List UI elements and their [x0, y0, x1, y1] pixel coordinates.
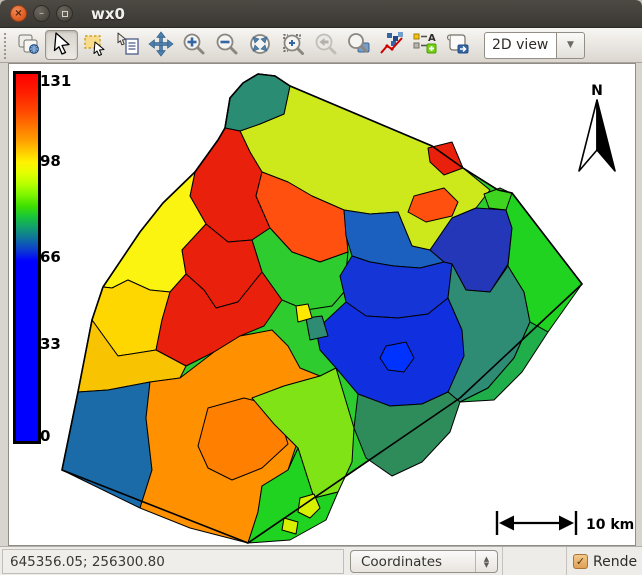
zoom-full-extent-tool-button[interactable] — [243, 30, 276, 60]
labels-tool-button[interactable]: A — [408, 30, 441, 60]
close-button[interactable]: × — [10, 5, 27, 22]
svg-text:A: A — [428, 33, 436, 44]
render-label: Rende — [593, 554, 637, 570]
app-window: × – wx0 — [0, 0, 642, 575]
zoom-layer-tool-button[interactable] — [342, 30, 375, 60]
selection-rectangle-icon — [82, 31, 108, 60]
view-selector[interactable]: 2D view ▼ — [484, 32, 585, 59]
status-bar: 645356.05; 256300.80 Coordinates ▲▼ ✓ Re… — [0, 546, 642, 575]
pan-tool-button[interactable] — [144, 30, 177, 60]
legend-ticks: 1319866330 — [40, 71, 80, 438]
legend-tick-label: 0 — [40, 427, 50, 445]
pointer-icon — [50, 32, 74, 59]
identify-icon — [115, 31, 141, 60]
minimize-button[interactable]: – — [33, 5, 50, 22]
zoom-full-extent-icon — [247, 31, 273, 60]
view-selector-value[interactable]: 2D view — [484, 32, 556, 59]
map-window-icon — [16, 31, 42, 60]
status-divider — [502, 547, 503, 575]
legend-tick-label: 98 — [40, 152, 61, 170]
chart-icon — [379, 31, 405, 60]
zoom-selection-tool-button[interactable] — [276, 30, 309, 60]
legend-labels-icon: A — [412, 31, 438, 60]
chevron-down-icon[interactable]: ▼ — [556, 32, 585, 59]
title-bar: × – wx0 — [0, 0, 642, 28]
export-map-icon — [445, 31, 471, 60]
legend-color-ramp — [13, 71, 41, 444]
spinner-arrows-icon[interactable]: ▲▼ — [475, 551, 497, 572]
select-tool-button[interactable] — [45, 30, 78, 60]
chart-tool-button[interactable] — [375, 30, 408, 60]
render-segment: ✓ Rende — [566, 547, 642, 575]
coordinate-readout: 645356.05; 256300.80 — [2, 549, 344, 574]
status-mode-selector[interactable]: Coordinates ▲▼ — [350, 550, 498, 573]
zoom-previous-icon — [313, 31, 339, 60]
zoom-out-icon — [214, 31, 240, 60]
check-icon: ✓ — [576, 555, 585, 568]
legend-tick-label: 66 — [40, 248, 61, 266]
export-tool-button[interactable] — [441, 30, 474, 60]
zoom-layer-icon — [346, 31, 372, 60]
toolbar: A 2D view ▼ — [0, 28, 642, 63]
legend-gradient — [16, 74, 38, 441]
status-mode-value: Coordinates — [351, 554, 475, 570]
pan-arrows-icon — [148, 31, 174, 60]
zoom-in-tool-button[interactable] — [177, 30, 210, 60]
zoom-out-tool-button[interactable] — [210, 30, 243, 60]
zoom-rect-tool-button[interactable] — [78, 30, 111, 60]
identify-tool-button[interactable] — [111, 30, 144, 60]
toolbar-grip[interactable] — [2, 31, 8, 59]
zoom-in-icon — [181, 31, 207, 60]
map-canvas[interactable] — [8, 63, 636, 546]
legend-tick-label: 33 — [40, 335, 61, 353]
render-checkbox[interactable]: ✓ — [573, 554, 588, 569]
new-map-view-button[interactable] — [12, 30, 45, 60]
window-title: wx0 — [91, 5, 125, 23]
zoom-previous-tool-button — [309, 30, 342, 60]
legend-tick-label: 131 — [40, 72, 71, 90]
zoom-selection-icon — [280, 31, 306, 60]
maximize-icon — [62, 11, 68, 17]
maximize-button[interactable] — [56, 5, 73, 22]
